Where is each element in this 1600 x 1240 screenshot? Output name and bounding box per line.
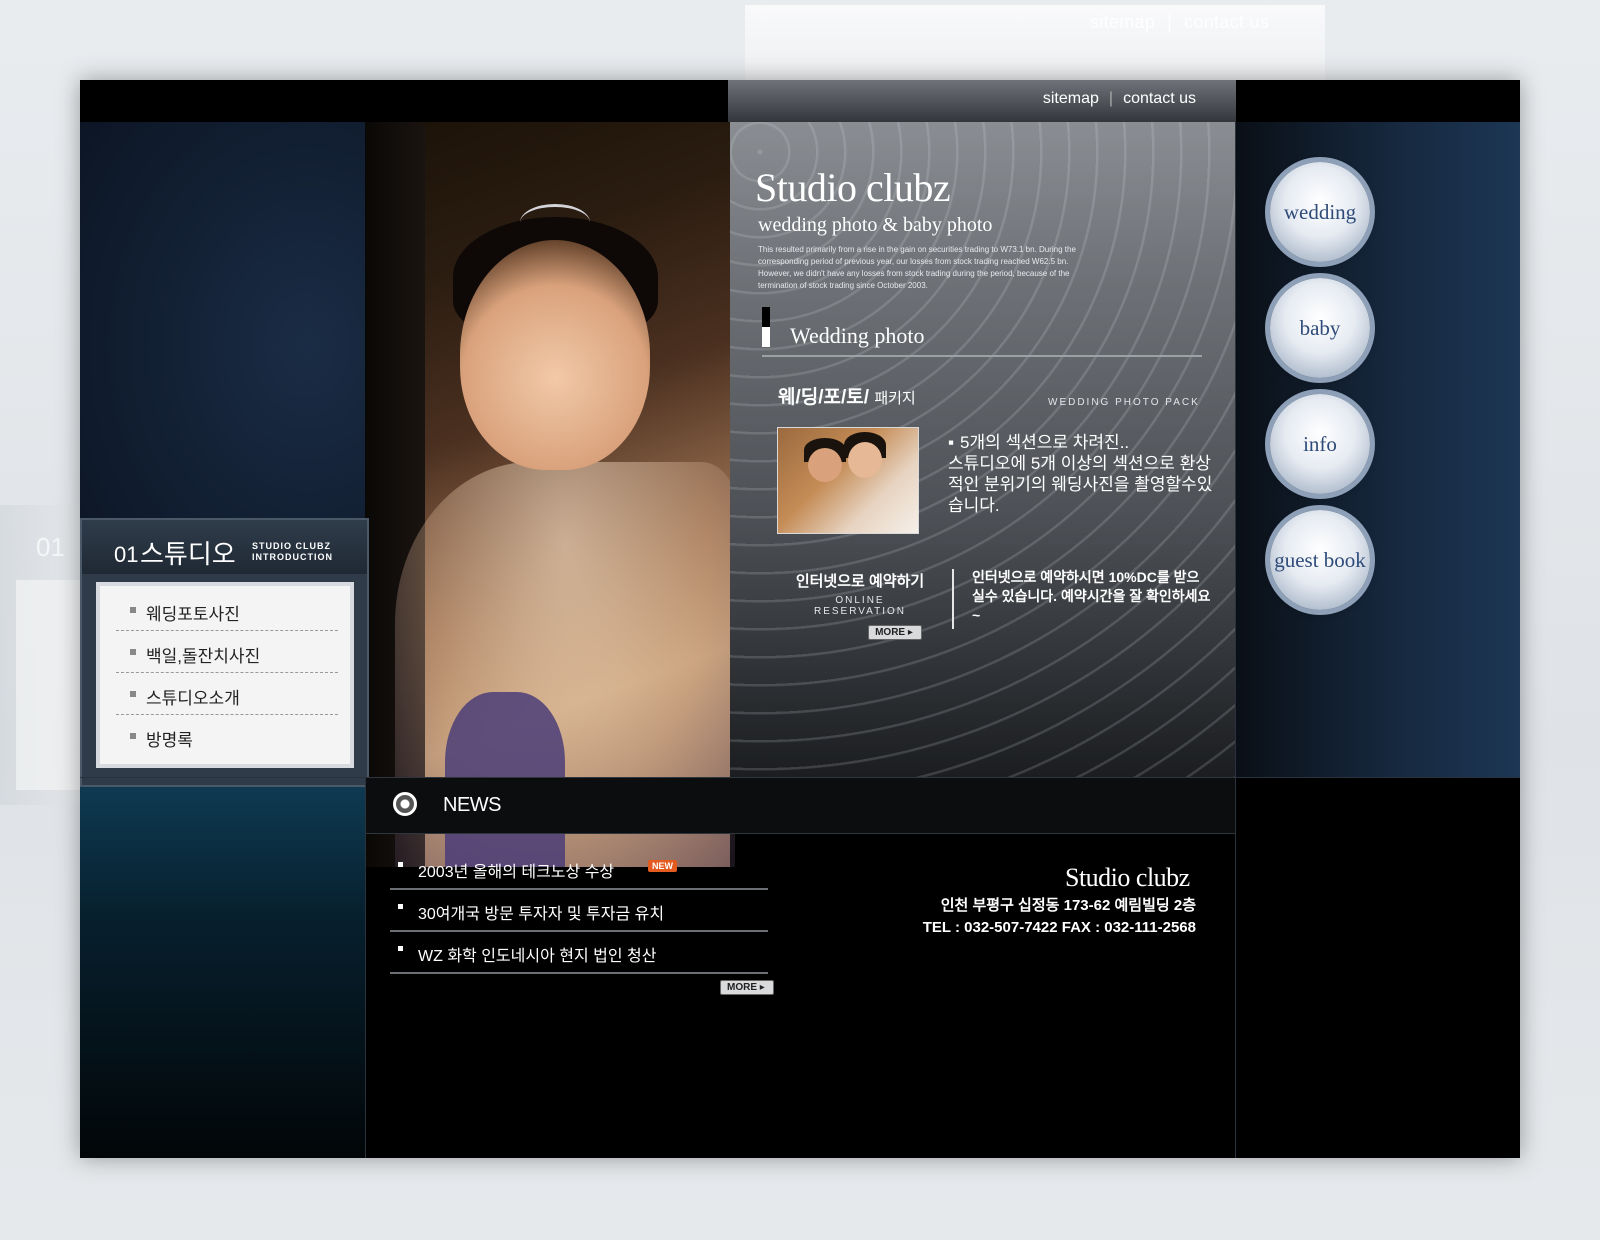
package-bullet: 5개의 섹션으로 차려진..	[960, 433, 1130, 452]
top-nav: sitemap | contact us	[728, 80, 1236, 122]
news-item[interactable]: WZ 화학 인도네시아 현지 법인 청산	[390, 932, 768, 974]
submenu-number: 01	[114, 542, 139, 567]
baby-nav-button[interactable]: baby	[1270, 278, 1370, 378]
reservation-title: 인터넷으로 예약하기	[795, 573, 925, 590]
footer-brand: Studio clubz	[1065, 863, 1190, 892]
guestbook-nav-button[interactable]: guest book	[1270, 510, 1370, 610]
reservation-text: 인터넷으로 예약하시면 10%DC를 받으실수 있습니다. 예약시간을 잘 확인…	[972, 569, 1211, 623]
news-bullet-icon	[393, 792, 417, 816]
package-description: ▪ 5개의 섹션으로 차려진.. 스튜디오에 5개 이상의 섹션으로 환상적인 분…	[948, 432, 1218, 516]
submenu-item-studio-intro[interactable]: 스튜디오소개	[116, 674, 338, 715]
package-eng-label: WEDDING PHOTO PACK	[1048, 397, 1200, 408]
background-ghost-menu	[16, 580, 86, 790]
online-reservation: 인터넷으로 예약하기 ONLINE RESERVATION MORE ▸	[790, 570, 930, 640]
submenu-title: 스튜디오	[140, 539, 236, 569]
footer-contact-line: TEL : 032-507-7422 FAX : 032-111-2568	[922, 919, 1196, 936]
news-title: NEWS	[443, 794, 502, 816]
sitemap-link[interactable]: sitemap	[1043, 90, 1099, 107]
studio-title: Studio clubz	[755, 165, 951, 210]
package-text: 스튜디오에 5개 이상의 섹션으로 환상적인 분위기의 웨딩사진을 촬영할수있습…	[948, 454, 1213, 515]
news-list: 2003년 올해의 테크노상 수상 NEW 30여개국 방문 투자자 및 투자금 …	[390, 848, 768, 974]
news-item[interactable]: 30여개국 방문 투자자 및 투자금 유치	[390, 890, 768, 932]
package-title: 웨/딩/포/토/ 패키지	[778, 387, 916, 408]
left-lower-panel	[80, 785, 365, 1158]
background-links: sitemap | contact us	[1090, 12, 1270, 32]
submenu-item-guestbook[interactable]: 방명록	[116, 716, 338, 756]
studio-description: This resulted primarily from a rise in t…	[758, 245, 1076, 290]
news-item[interactable]: 2003년 올해의 테크노상 수상 NEW	[390, 848, 768, 890]
couple-thumbnail[interactable]	[777, 427, 919, 534]
wedding-photo-title: Wedding photo	[790, 323, 925, 348]
studio-submenu: 01 스튜디오 STUDIO CLUBZ INTRODUCTION 웨딩포토사진 …	[80, 518, 369, 787]
info-nav-button[interactable]: info	[1270, 394, 1370, 494]
wedding-nav-button[interactable]: wedding	[1270, 162, 1370, 262]
news-more-button[interactable]: MORE ▸	[720, 980, 774, 995]
contact-us-link[interactable]: contact us	[1123, 90, 1196, 107]
reservation-eng: ONLINE RESERVATION	[813, 595, 906, 617]
content-panel: Studio clubz wedding photo & baby photo …	[730, 122, 1235, 777]
background-ghost-number: 01	[36, 532, 65, 562]
background-sitemap-link: sitemap	[1090, 12, 1156, 32]
news-header: NEWS	[365, 777, 1235, 834]
bride-photo	[365, 122, 735, 867]
footer-address-line: 인천 부평구 십정동 173-62 예림빌딩 2층	[940, 897, 1196, 914]
studio-submenu-header: 01 스튜디오 STUDIO CLUBZ INTRODUCTION	[82, 520, 367, 574]
reservation-divider	[952, 569, 954, 629]
site-frame: sitemap | contact us Studio clubz wedding …	[80, 80, 1520, 1158]
submenu-item-baby-photo[interactable]: 백일,돌잔치사진	[116, 632, 338, 673]
reservation-more-button[interactable]: MORE ▸	[868, 625, 922, 640]
new-badge: NEW	[648, 860, 677, 872]
footer-address: 인천 부평구 십정동 173-62 예림빌딩 2층 TEL : 032-507-…	[900, 895, 1196, 939]
submenu-item-wedding-photo[interactable]: 웨딩포토사진	[116, 590, 338, 631]
submenu-eng: STUDIO CLUBZ INTRODUCTION	[252, 541, 333, 562]
submenu-list: 웨딩포토사진 백일,돌잔치사진 스튜디오소개 방명록	[96, 582, 354, 768]
wedding-photo-heading: Wedding photo	[762, 307, 1202, 357]
studio-subtitle: wedding photo & baby photo	[758, 214, 993, 236]
background-contact-link: contact us	[1184, 12, 1270, 32]
